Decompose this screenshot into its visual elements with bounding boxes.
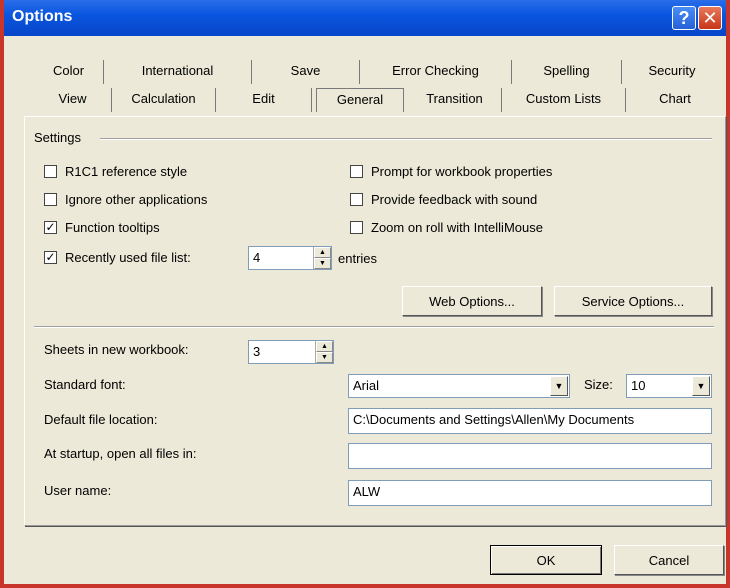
size-dropdown-icon[interactable]: ▼: [692, 376, 710, 396]
startup-folder-input[interactable]: [348, 443, 712, 469]
spin-down-icon[interactable]: ▼: [314, 258, 331, 269]
font-dropdown-icon[interactable]: ▼: [550, 376, 568, 396]
r1c1-label: R1C1 reference style: [65, 163, 188, 179]
r1c1-checkbox-row[interactable]: R1C1 reference style: [44, 161, 187, 181]
prompt-properties-checkbox-row[interactable]: Prompt for workbook properties: [350, 161, 552, 181]
spin-up-icon[interactable]: ▲: [316, 341, 333, 352]
recent-files-label: Recently used file list:: [65, 249, 191, 265]
function-tooltips-checkbox-row[interactable]: ✓ Function tooltips: [44, 217, 160, 237]
cancel-button[interactable]: Cancel: [614, 545, 724, 575]
tab-spelling[interactable]: Spelling: [512, 60, 622, 84]
user-name-input[interactable]: ALW: [348, 480, 712, 506]
window-title: Options: [12, 8, 73, 25]
zoom-intellimouse-label: Zoom on roll with IntelliMouse: [371, 219, 543, 235]
tab-security[interactable]: Security: [622, 60, 722, 84]
tab-chart[interactable]: Chart: [626, 88, 724, 112]
close-icon: ✕: [702, 7, 718, 28]
default-location-label: Default file location:: [44, 412, 158, 427]
tab-international[interactable]: International: [104, 60, 252, 84]
feedback-sound-checkbox[interactable]: [350, 192, 363, 206]
help-icon: ?: [678, 7, 690, 28]
prompt-properties-label: Prompt for workbook properties: [371, 163, 553, 179]
function-tooltips-checkbox[interactable]: ✓: [44, 220, 57, 234]
tab-color[interactable]: Color: [34, 60, 104, 84]
standard-font-label: Standard font:: [44, 377, 126, 392]
spin-up-icon[interactable]: ▲: [314, 247, 331, 258]
size-label: Size:: [584, 377, 613, 392]
entries-label: entries: [338, 251, 378, 266]
title-bar[interactable]: Options ? ✕: [4, 0, 726, 36]
feedback-sound-checkbox-row[interactable]: Provide feedback with sound: [350, 189, 537, 209]
zoom-intellimouse-checkbox[interactable]: [350, 220, 363, 234]
default-location-input[interactable]: C:\Documents and Settings\Allen\My Docum…: [348, 408, 712, 434]
web-options-button[interactable]: Web Options...: [402, 286, 542, 316]
tab-custom-lists[interactable]: Custom Lists: [502, 88, 626, 112]
ignore-apps-label: Ignore other applications: [65, 191, 208, 207]
section-divider: [34, 326, 714, 328]
ignore-apps-checkbox-row[interactable]: Ignore other applications: [44, 189, 207, 209]
standard-font-select[interactable]: Arial: [348, 374, 570, 398]
recent-files-checkbox-row[interactable]: ✓ Recently used file list:: [44, 247, 191, 267]
help-button[interactable]: ?: [672, 6, 696, 30]
tab-view[interactable]: View: [34, 88, 112, 112]
recent-files-checkbox[interactable]: ✓: [44, 250, 57, 264]
sheets-spinner[interactable]: ▲ ▼: [315, 341, 333, 363]
user-name-label: User name:: [44, 483, 112, 498]
settings-group-divider: [100, 138, 712, 140]
ok-button[interactable]: OK: [490, 545, 602, 575]
service-options-button[interactable]: Service Options...: [554, 286, 712, 316]
function-tooltips-label: Function tooltips: [65, 219, 160, 235]
sheets-label: Sheets in new workbook:: [44, 342, 189, 357]
settings-group-label: Settings: [34, 130, 81, 145]
tab-transition[interactable]: Transition: [408, 88, 502, 112]
tab-edit[interactable]: Edit: [216, 88, 312, 112]
tab-error-checking[interactable]: Error Checking: [360, 60, 512, 84]
close-button[interactable]: ✕: [698, 6, 722, 30]
spin-down-icon[interactable]: ▼: [316, 352, 333, 363]
options-dialog: Options ? ✕ Color International Save Err…: [0, 0, 730, 588]
feedback-sound-label: Provide feedback with sound: [371, 191, 538, 207]
recent-files-spinner[interactable]: ▲ ▼: [313, 247, 331, 269]
startup-folder-label: At startup, open all files in:: [44, 446, 197, 461]
r1c1-checkbox[interactable]: [44, 164, 57, 178]
prompt-properties-checkbox[interactable]: [350, 164, 363, 178]
tab-general[interactable]: General: [316, 88, 404, 112]
tab-save[interactable]: Save: [252, 60, 360, 84]
zoom-intellimouse-checkbox-row[interactable]: Zoom on roll with IntelliMouse: [350, 217, 543, 237]
ignore-apps-checkbox[interactable]: [44, 192, 57, 206]
tab-calculation[interactable]: Calculation: [112, 88, 216, 112]
